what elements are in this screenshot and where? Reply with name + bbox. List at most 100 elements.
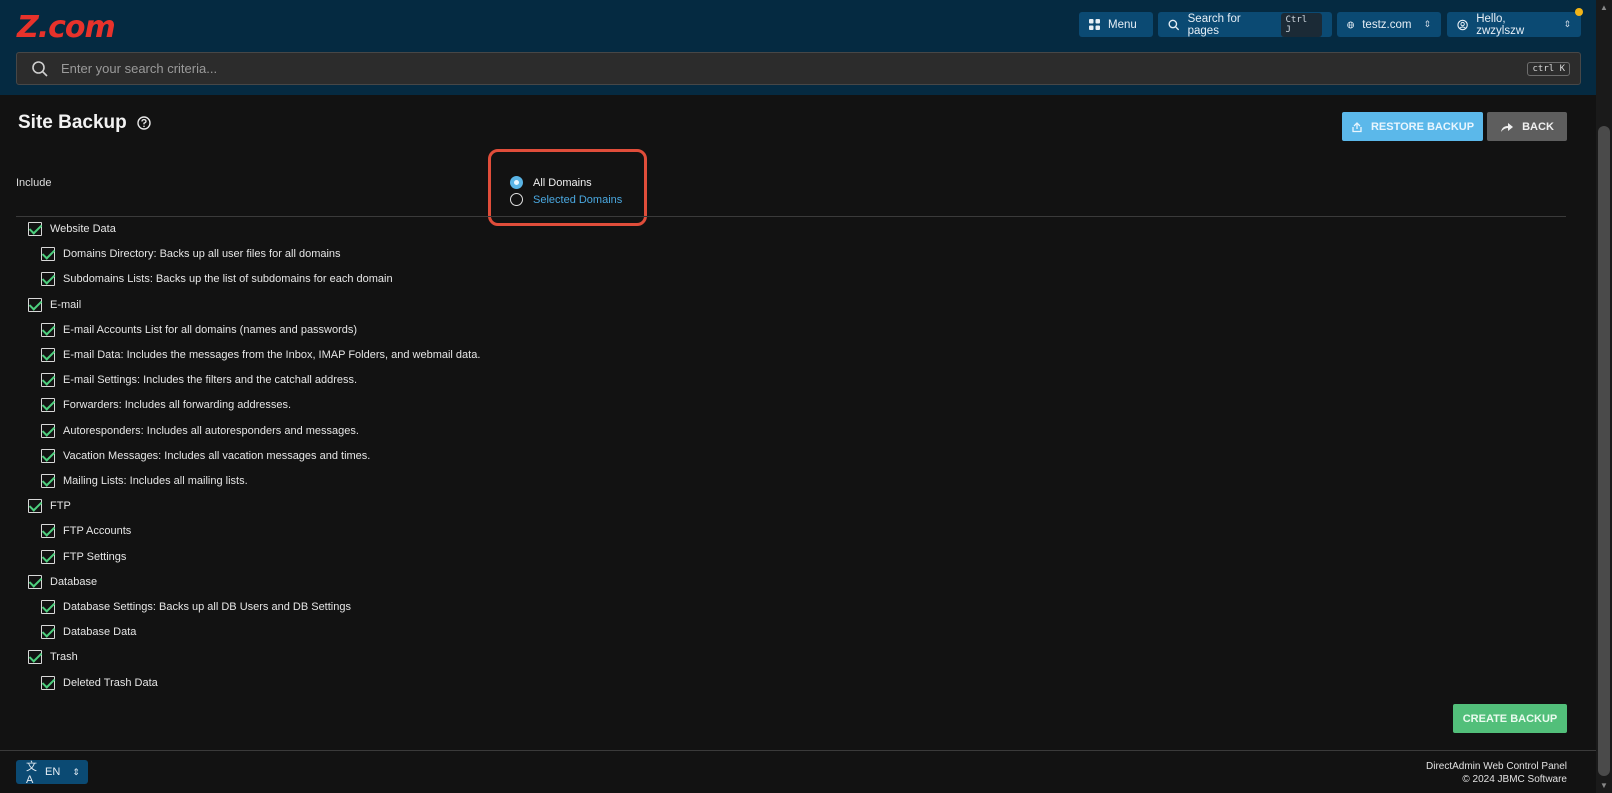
chevron-updown-icon: ⇕: [1423, 19, 1431, 29]
language-select[interactable]: 文A EN ⇕: [16, 760, 88, 786]
share-arrow-icon: [1501, 122, 1514, 132]
checkbox-checked[interactable]: [28, 650, 42, 664]
backup-option-checkbox[interactable]: E-mail Data: Includes the messages from …: [41, 348, 480, 362]
search-pages-button[interactable]: Search for pages Ctrl J: [1158, 12, 1332, 37]
backup-option-checkbox[interactable]: Vacation Messages: Includes all vacation…: [41, 449, 370, 463]
search-icon: [32, 60, 48, 77]
backup-option-checkbox[interactable]: E-mail Accounts List for all domains (na…: [41, 323, 357, 337]
checkbox-label: FTP Accounts: [63, 525, 132, 537]
create-backup-button[interactable]: CREATE BACKUP: [1453, 704, 1567, 733]
checkbox-label: E-mail: [50, 299, 82, 311]
radio-all-domains[interactable]: All Domains: [510, 176, 592, 189]
backup-option-checkbox[interactable]: Database Settings: Backs up all DB Users…: [41, 600, 351, 614]
restore-backup-label: RESTORE BACKUP: [1370, 120, 1475, 133]
radio-selected-domains-label: Selected Domains: [533, 193, 623, 206]
checkbox-checked[interactable]: [41, 398, 55, 412]
user-menu[interactable]: Hello, zwzylszw ⇕: [1447, 12, 1581, 37]
backup-option-checkbox[interactable]: Deleted Trash Data: [41, 676, 158, 690]
backup-section-checkbox[interactable]: Database: [28, 575, 97, 589]
backup-option-checkbox[interactable]: Mailing Lists: Includes all mailing list…: [41, 474, 248, 488]
backup-option-checkbox[interactable]: FTP Accounts: [41, 524, 131, 538]
checkbox-label: Database Settings: Backs up all DB Users…: [63, 601, 351, 613]
checkbox-label: FTP: [50, 500, 71, 512]
checkbox-checked[interactable]: [41, 625, 55, 639]
global-search-bar[interactable]: ctrl K: [16, 52, 1581, 85]
user-icon: [1457, 19, 1468, 30]
help-icon[interactable]: [137, 116, 151, 130]
checkbox-label: Database Data: [63, 626, 137, 638]
backup-section-checkbox[interactable]: E-mail: [28, 298, 81, 312]
chevron-updown-icon: ⇕: [1563, 19, 1571, 29]
search-pages-shortcut: Ctrl J: [1280, 12, 1322, 37]
checkbox-label: Forwarders: Includes all forwarding addr…: [63, 399, 292, 411]
domain-select-label: testz.com: [1362, 18, 1412, 31]
backup-option-checkbox[interactable]: Autoresponders: Includes all autorespond…: [41, 424, 359, 438]
checkbox-label: Subdomains Lists: Backs up the list of s…: [63, 273, 393, 285]
back-label: BACK: [1522, 120, 1554, 133]
checkbox-label: E-mail Settings: Includes the filters an…: [63, 374, 358, 386]
scroll-up-icon[interactable]: ▲: [1600, 3, 1608, 12]
checkbox-label: Vacation Messages: Includes all vacation…: [63, 450, 371, 462]
checkbox-checked[interactable]: [41, 474, 55, 488]
grid-icon: [1089, 19, 1100, 30]
globe-icon: [1347, 21, 1354, 28]
radio-all-domains-label: All Domains: [533, 176, 592, 189]
page-scrollbar[interactable]: ▲ ▼: [1596, 0, 1612, 793]
checkbox-checked[interactable]: [41, 348, 55, 362]
backup-option-checkbox[interactable]: Subdomains Lists: Backs up the list of s…: [41, 272, 393, 286]
checkbox-checked[interactable]: [28, 222, 42, 236]
restore-icon: [1352, 121, 1362, 132]
backup-section-checkbox[interactable]: FTP: [28, 499, 71, 513]
backup-option-checkbox[interactable]: FTP Settings: [41, 550, 126, 564]
translate-icon: 文A: [26, 761, 37, 786]
checkbox-checked[interactable]: [41, 323, 55, 337]
domain-select[interactable]: testz.com ⇕: [1337, 12, 1441, 37]
checkbox-checked[interactable]: [41, 550, 55, 564]
checkbox-checked[interactable]: [41, 272, 55, 286]
checkbox-checked[interactable]: [41, 524, 55, 538]
scroll-down-icon[interactable]: ▼: [1600, 781, 1608, 790]
checkbox-checked[interactable]: [41, 600, 55, 614]
menu-button[interactable]: Menu: [1079, 12, 1153, 37]
backup-section-checkbox[interactable]: Trash: [28, 650, 78, 664]
page-title: Site Backup: [18, 112, 127, 133]
footer-product: DirectAdmin Web Control Panel: [1426, 761, 1567, 772]
radio-button[interactable]: [510, 193, 523, 206]
backup-option-checkbox[interactable]: Database Data: [41, 625, 136, 639]
backup-section-checkbox[interactable]: Website Data: [28, 222, 116, 236]
checkbox-label: E-mail Accounts List for all domains (na…: [63, 324, 358, 336]
checkbox-label: Website Data: [50, 223, 116, 235]
checkbox-checked[interactable]: [41, 676, 55, 690]
checkbox-label: Database: [50, 576, 98, 588]
checkbox-label: Trash: [50, 651, 78, 663]
checkbox-label: Mailing Lists: Includes all mailing list…: [63, 475, 248, 487]
checkbox-checked[interactable]: [28, 298, 42, 312]
footer-copyright: © 2024 JBMC Software: [1462, 774, 1567, 785]
checkbox-checked[interactable]: [28, 499, 42, 513]
backup-option-checkbox[interactable]: Domains Directory: Backs up all user fil…: [41, 247, 341, 261]
back-button[interactable]: BACK: [1487, 112, 1567, 141]
checkbox-checked[interactable]: [41, 373, 55, 387]
restore-backup-button[interactable]: RESTORE BACKUP: [1342, 112, 1483, 141]
language-label: EN: [45, 766, 61, 778]
scroll-thumb[interactable]: [1598, 126, 1610, 776]
logo: Z.com: [17, 10, 116, 45]
radio-selected-domains[interactable]: Selected Domains: [510, 193, 622, 206]
checkbox-label: FTP Settings: [63, 551, 127, 563]
backup-option-checkbox[interactable]: Forwarders: Includes all forwarding addr…: [41, 398, 291, 412]
search-icon: [1168, 19, 1180, 30]
backup-option-checkbox[interactable]: E-mail Settings: Includes the filters an…: [41, 373, 357, 387]
checkbox-checked[interactable]: [41, 247, 55, 261]
checkbox-label: Domains Directory: Backs up all user fil…: [63, 248, 341, 260]
global-search-input[interactable]: [61, 61, 1528, 76]
checkbox-checked[interactable]: [41, 424, 55, 438]
divider: [16, 216, 1566, 217]
menu-label: Menu: [1108, 18, 1137, 31]
checkbox-label: Deleted Trash Data: [63, 677, 158, 689]
radio-button-checked[interactable]: [510, 176, 523, 189]
footer-credits: DirectAdmin Web Control Panel © 2024 JBM…: [1426, 760, 1567, 786]
checkbox-checked[interactable]: [41, 449, 55, 463]
checkbox-checked[interactable]: [28, 575, 42, 589]
search-shortcut: ctrl K: [1527, 61, 1570, 76]
search-pages-label: Search for pages: [1187, 12, 1241, 37]
